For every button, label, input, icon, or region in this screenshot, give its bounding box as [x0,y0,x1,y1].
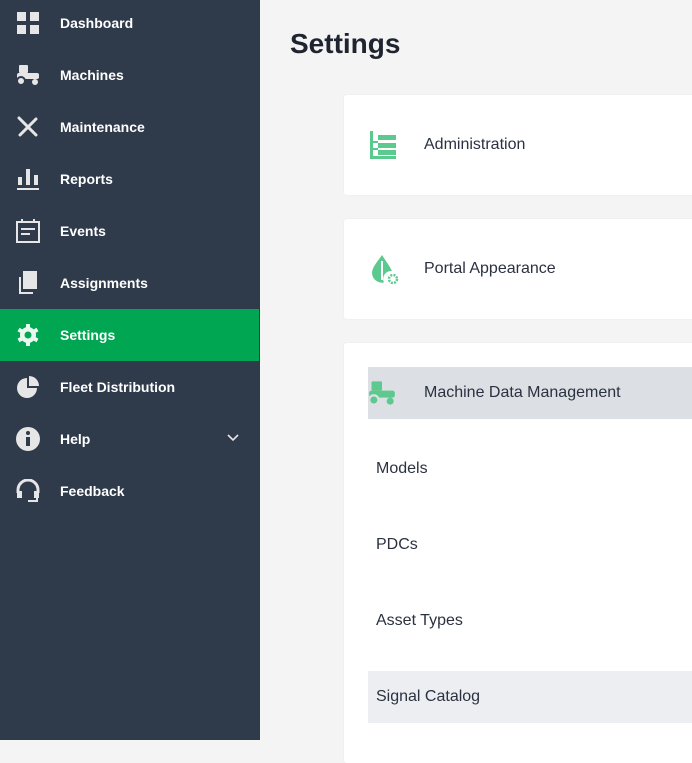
machine-data-management-header[interactable]: Machine Data Management [368,367,692,419]
sidebar-item-events[interactable]: Events [0,205,259,257]
calendar-icon [16,219,40,243]
sidebar-item-label: Dashboard [60,15,134,31]
sidebar-item-machines[interactable]: Machines [0,49,259,101]
portal-appearance-card[interactable]: Portal Appearance [344,219,692,319]
page-title: Settings [290,28,401,59]
sidebar-item-feedback[interactable]: Feedback [0,465,259,517]
sub-item-asset-types[interactable]: Asset Types [368,595,692,647]
sidebar-item-maintenance[interactable]: Maintenance [0,101,259,153]
paint-drop-gear-icon [372,255,399,285]
sidebar-item-label: Feedback [60,483,125,499]
chevron-down-icon[interactable] [226,431,240,445]
machine-data-management-card: Machine Data Management Models PDCs Asse… [344,343,692,763]
documents-icon [19,271,37,294]
administration-icon [370,131,396,159]
headset-icon [16,479,40,502]
sidebar-item-fleet-distribution[interactable]: Fleet Distribution [0,361,259,413]
card-label: Administration [424,136,526,153]
card-label: Machine Data Management [424,384,621,401]
sidebar-item-label: Maintenance [60,119,145,135]
sidebar-item-assignments[interactable]: Assignments [0,257,259,309]
tools-icon [17,116,38,137]
info-icon [16,427,40,451]
sidebar-item-label: Reports [60,171,113,187]
sidebar: Dashboard Machines Maintenance Reports E… [0,0,260,740]
sidebar-item-dashboard[interactable]: Dashboard [0,0,259,49]
pie-chart-icon [17,376,39,398]
sidebar-item-label: Machines [60,67,124,83]
sidebar-item-label: Help [60,431,91,447]
sidebar-item-label: Events [60,223,106,239]
bar-chart-icon [17,169,39,190]
main-content: Settings Administration Portal Appearanc… [260,0,692,763]
sidebar-item-settings[interactable]: Settings [0,309,259,361]
sidebar-item-label: Fleet Distribution [60,379,176,395]
sidebar-item-help[interactable]: Help [0,413,259,465]
dashboard-icon [17,12,39,34]
sub-item-signal-catalog[interactable]: Signal Catalog [368,671,692,723]
sidebar-item-label: Assignments [60,275,148,291]
administration-card[interactable]: Administration [344,95,692,195]
card-label: Portal Appearance [424,260,556,277]
sidebar-item-reports[interactable]: Reports [0,153,259,205]
sub-item-pdcs[interactable]: PDCs [368,519,692,571]
tractor-icon [368,381,395,406]
tractor-icon [16,65,39,86]
sub-item-models[interactable]: Models [368,443,692,495]
gear-icon [17,324,39,346]
sidebar-item-label: Settings [60,327,116,343]
